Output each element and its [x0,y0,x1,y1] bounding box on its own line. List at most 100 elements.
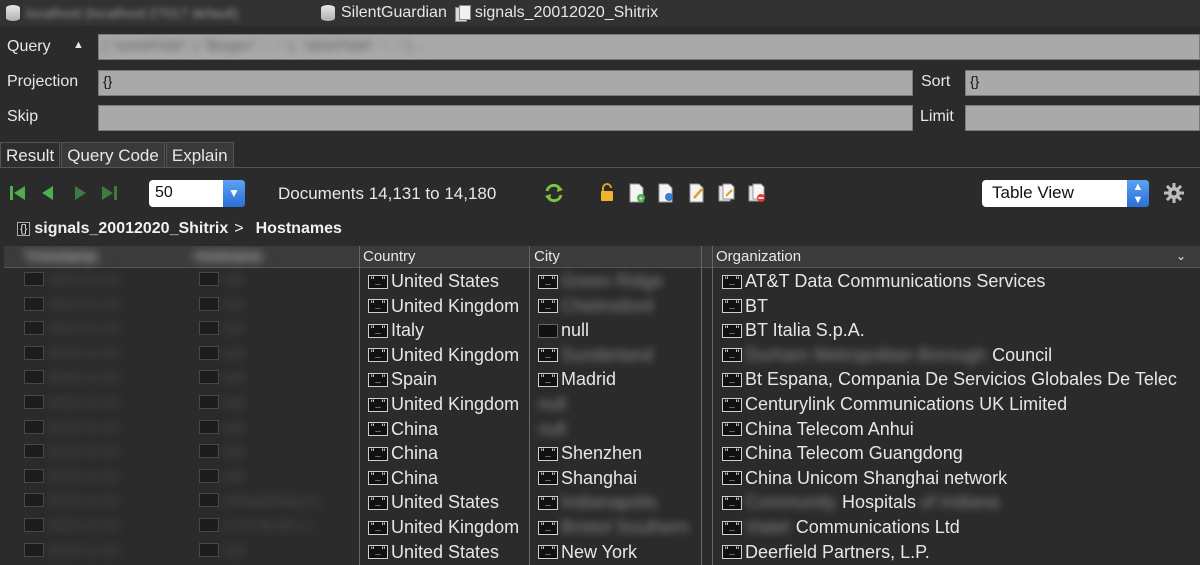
table-row[interactable]: 2019-12-16 citrixgateway.co "_" United Stat… [4,491,1200,516]
column-header-organization[interactable]: Organization [716,248,801,265]
skip-input[interactable] [98,105,913,131]
table-row[interactable]: 2019-12-16 null "_" China null "_" China Telec… [4,418,1200,443]
table-row[interactable]: 2019-12-16 null "_" United States "_" New Yor… [4,541,1200,565]
city-cell[interactable]: "_" Green Ridge [538,271,663,292]
refresh-icon[interactable] [543,182,565,204]
organization-cell[interactable]: "_" China Telecom Guangdong [722,443,963,464]
type-icon [199,370,219,385]
hidden-timestamp-cell: 2019-12-16 [24,419,119,435]
database-name[interactable]: SilentGuardian [341,4,447,22]
organization-cell[interactable]: "_" Viatel Communications Ltd [722,517,960,538]
breadcrumb-collection[interactable]: signals_20012020_Shitrix [34,220,228,238]
tab-query-code[interactable]: Query Code [61,142,165,168]
organization-cell[interactable]: "_" China Unicom Shanghai network [722,468,1007,489]
column-header-city[interactable]: City [534,248,560,265]
page-size-select[interactable]: 50 ▼ [149,180,245,207]
string-type-icon: "_" [722,274,742,289]
last-page-icon[interactable] [99,183,119,203]
country-cell[interactable]: "_" United Kingdom [368,296,519,317]
country-cell[interactable]: "_" United Kingdom [368,345,519,366]
country-cell[interactable]: "_" United Kingdom [368,517,519,538]
country-cell[interactable]: "_" China [368,468,438,489]
city-cell[interactable]: "_" Bristol Southern [538,517,689,538]
edit-document-icon[interactable] [688,183,706,203]
string-type-icon: "_" [368,274,388,289]
table-row[interactable]: 2019-12-16 null "_" United States "_" Green R… [4,270,1200,295]
table-row[interactable]: 2019-12-16 null "_" Spain "_" Madrid "_" Bt Esp… [4,368,1200,393]
city-cell[interactable]: null [538,320,589,341]
city-cell[interactable]: "_" New York [538,542,637,563]
string-type-icon: "_" [538,471,558,486]
city-cell[interactable]: "_" Shenzhen [538,443,642,464]
organization-cell[interactable]: "_" Durham Metropolitan Borough Council [722,345,1052,366]
type-icon [199,395,219,409]
country-cell[interactable]: "_" United States [368,271,499,292]
type-icon [199,444,219,459]
country-cell[interactable]: "_" United States [368,542,499,563]
organization-cell[interactable]: "_" BT [722,296,768,317]
title-bar: localhost (localhost:27017 default) Sile… [0,0,1200,26]
limit-input[interactable] [965,105,1200,131]
collection-name[interactable]: signals_20012020_Shitrix [475,4,658,22]
tab-explain[interactable]: Explain [165,142,234,168]
tab-result[interactable]: Result [0,142,61,168]
country-cell[interactable]: "_" United States [368,492,499,513]
string-type-icon: "_" [368,471,388,486]
type-icon [199,272,219,286]
hidden-timestamp-cell: 2019-12-16 [24,468,119,484]
organization-cell[interactable]: "_" Centurylink Communications UK Limited [722,394,1067,415]
table-row[interactable]: 2019-12-16 null "_" Italy null "_" BT Italia S… [4,319,1200,344]
delete-document-icon[interactable] [748,183,766,203]
hidden-timestamp-cell: 2019-12-16 [24,345,119,361]
next-page-icon[interactable] [70,183,90,203]
country-cell[interactable]: "_" China [368,419,438,440]
query-label: Query [7,38,51,55]
table-row[interactable]: 2019-12-16 null "_" United Kingdom null "_" Ce… [4,393,1200,418]
table-row[interactable]: 2019-12-16 null "_" United Kingdom "_" Chelms… [4,295,1200,320]
query-input[interactable]: { "someField": { "$regex": "..." }, "oth… [98,34,1200,60]
projection-input[interactable]: {} [98,70,913,96]
add-document-icon[interactable]: + [628,183,646,203]
city-cell[interactable]: "_" Madrid [538,369,616,390]
table-row[interactable]: 2019-12-16 null "_" China "_" Shenzhen "_" Chin… [4,442,1200,467]
column-header-country[interactable]: Country [363,248,416,265]
string-type-icon: "_" [722,520,742,535]
copy-document-icon[interactable] [718,183,736,203]
organization-cell[interactable]: "_" Bt Espana, Compania De Servicios Glob… [722,369,1177,390]
country-cell[interactable]: "_" United Kingdom [368,394,519,415]
city-cell[interactable]: "_" Indianapolis [538,492,657,513]
first-page-icon[interactable] [8,183,28,203]
sort-input[interactable]: {} [965,70,1200,96]
chevron-down-icon[interactable]: ⌄ [1176,249,1186,263]
view-mode-select[interactable]: Table View ▲ ▼ [982,180,1149,207]
view-document-icon[interactable] [657,183,675,203]
gear-icon[interactable] [1163,182,1185,204]
country-cell[interactable]: "_" Spain [368,369,437,390]
country-cell[interactable]: "_" China [368,443,438,464]
organization-cell[interactable]: "_" AT&T Data Communications Services [722,271,1045,292]
table-row[interactable]: 2019-12-16 null "_" United Kingdom "_" Sunder… [4,344,1200,369]
table-row[interactable]: 2019-12-16 [ 170.46.46.1 ] "_" United Kingd… [4,516,1200,541]
country-cell[interactable]: "_" Italy [368,320,424,341]
type-icon [24,272,44,286]
city-cell[interactable]: null [538,394,566,415]
organization-cell[interactable]: "_" China Telecom Anhui [722,419,914,440]
city-cell[interactable]: "_" Shanghai [538,468,637,489]
city-cell[interactable]: "_" Chelmsford [538,296,653,317]
breadcrumb-separator: > [234,220,244,237]
type-icon [199,345,219,360]
hidden-hostname-cell: null [199,345,244,361]
organization-cell[interactable]: "_" BT Italia S.p.A. [722,320,865,341]
organization-cell[interactable]: "_" Community Hospitals of Indiana [722,492,999,513]
city-cell[interactable]: "_" Sunderland [538,345,653,366]
string-type-icon: "_" [368,446,388,461]
string-type-icon: "_" [368,520,388,535]
organization-cell[interactable]: "_" Deerfield Partners, L.P. [722,542,930,563]
previous-page-icon[interactable] [38,183,58,203]
hidden-hostname-cell: null [199,542,244,558]
lock-icon[interactable] [598,183,616,203]
collapse-query-icon[interactable]: ▲ [73,39,84,51]
table-row[interactable]: 2019-12-16 null "_" China "_" Shanghai "_" Chin… [4,467,1200,492]
city-cell[interactable]: null [538,419,566,440]
type-icon [24,370,44,385]
